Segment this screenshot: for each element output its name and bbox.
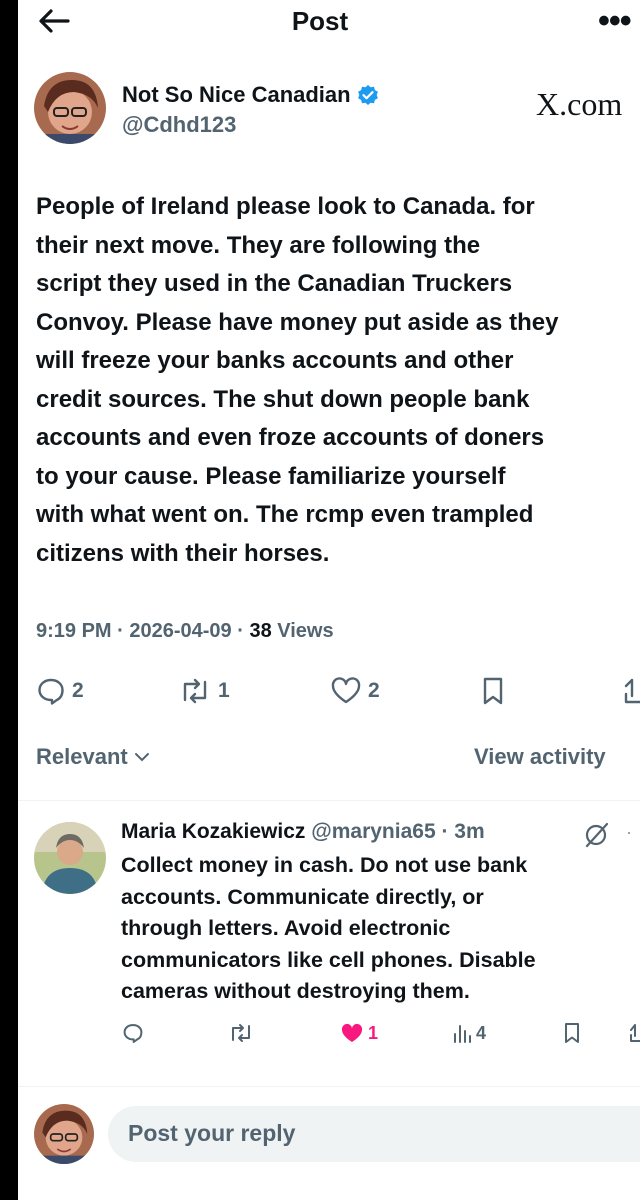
verified-badge-icon (357, 84, 379, 106)
post-date[interactable]: 2026-04-09 (129, 620, 231, 642)
reply-icon (123, 1024, 143, 1043)
share-button[interactable] (624, 676, 640, 706)
analytics-icon (454, 1025, 471, 1043)
post-text: People of Ireland please look to Canada.… (36, 193, 559, 567)
reply-text: Collect money in cash. Do not use bank a… (121, 853, 536, 1004)
meta-separator: · (231, 620, 250, 642)
page-title: Post (291, 6, 349, 36)
reply-count: 2 (72, 679, 84, 702)
reply-views-button[interactable]: 4 (452, 1022, 486, 1044)
reply-bookmark-button[interactable] (562, 1022, 582, 1044)
reply-header: Maria Kozakiewicz @marynia65 · 3m (121, 820, 485, 844)
reply-author-handle[interactable]: @marynia65 (311, 820, 435, 843)
like-button[interactable]: 2 (330, 676, 380, 706)
repost-button[interactable]: 1 (178, 676, 230, 706)
reply-time[interactable]: · 3m (441, 820, 484, 843)
views-count: 38 (249, 620, 272, 642)
reply-button[interactable]: 2 (36, 676, 84, 706)
reply-views-count: 4 (476, 1022, 487, 1043)
share-icon (630, 1024, 640, 1042)
heart-filled-icon (341, 1023, 363, 1042)
views-label: Views (271, 620, 334, 642)
bookmark-icon (483, 677, 503, 705)
bookmark-button[interactable] (480, 676, 506, 706)
like-count: 2 (368, 679, 380, 702)
bookmark-icon (565, 1023, 579, 1043)
post-time[interactable]: 9:19 PM (36, 620, 112, 642)
divider (18, 800, 640, 801)
author-name-text: Not So Nice Canadian (122, 82, 351, 107)
chevron-down-icon (134, 753, 149, 762)
reply-like-count: 1 (368, 1022, 379, 1043)
repost-icon (183, 678, 207, 704)
reply-reply-button[interactable] (122, 1022, 144, 1044)
sort-dropdown[interactable]: Relevant (36, 744, 150, 770)
meta-separator: · (111, 620, 130, 642)
post-meta: 9:19 PM · 2026-04-09 · 38 Views (36, 620, 334, 643)
reply-repost-button[interactable] (228, 1022, 254, 1044)
share-icon (624, 678, 640, 704)
divider (18, 1086, 640, 1087)
sort-label: Relevant (36, 744, 128, 769)
author-name[interactable]: Not So Nice Canadian (122, 82, 379, 108)
current-user-avatar[interactable] (34, 1104, 94, 1164)
reply-avatar[interactable] (34, 822, 106, 894)
reply-more-icon[interactable]: · (626, 822, 632, 843)
reply-like-button[interactable]: 1 (340, 1022, 378, 1044)
reply-placeholder[interactable]: Post your reply (128, 1120, 295, 1147)
grok-icon[interactable] (582, 821, 610, 849)
repost-count: 1 (218, 679, 230, 702)
heart-icon (331, 677, 361, 704)
author-avatar[interactable] (34, 72, 106, 144)
left-edge-bar (0, 0, 18, 1200)
x-com-watermark: X.com (536, 86, 623, 122)
reply-share-button[interactable] (630, 1022, 640, 1044)
reply-author-name[interactable]: Maria Kozakiewicz (121, 820, 305, 843)
reply-icon (38, 678, 64, 705)
repost-icon (232, 1024, 250, 1042)
more-options-icon[interactable]: ••• (598, 2, 632, 41)
view-activity-link[interactable]: View activity (474, 744, 606, 770)
author-handle[interactable]: @Cdhd123 (122, 112, 236, 138)
